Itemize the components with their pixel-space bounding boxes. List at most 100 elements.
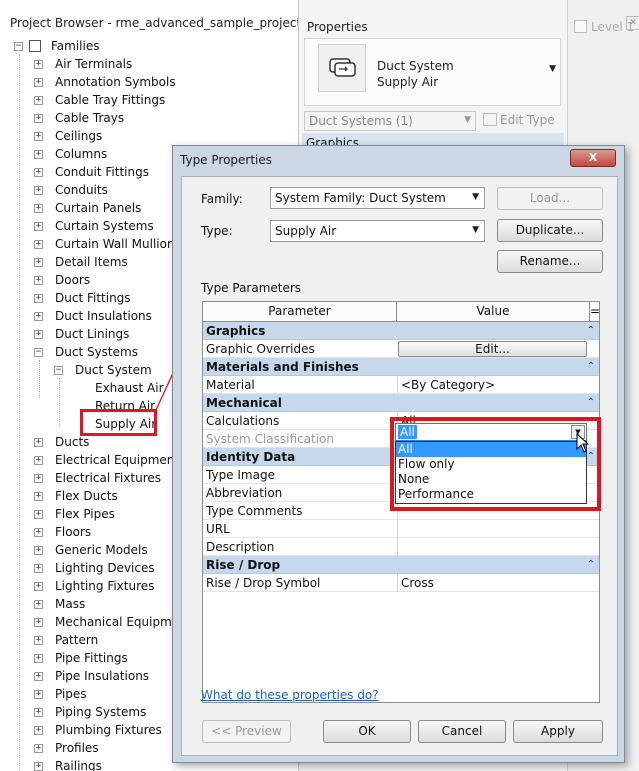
tree-item[interactable]: Curtain Wall Mullions [55,235,181,253]
tree-item[interactable]: Flex Ducts [55,487,118,505]
type-selector-arrow-icon[interactable]: ▼ [549,64,556,74]
type-select[interactable]: Supply Air ▼ [270,220,485,242]
parameter-row[interactable]: Rise / Drop Symbol Cross [203,574,599,592]
parameter-value[interactable]: <By Category> [397,376,589,394]
tree-toggle-icon[interactable]: + [34,132,43,141]
tree-toggle-icon[interactable]: + [34,78,43,87]
tree-item[interactable]: Conduit Fittings [55,163,149,181]
tree-item[interactable]: Cable Trays [55,109,124,127]
tree-item[interactable]: Conduits [55,181,108,199]
graphic-overrides-edit-button[interactable]: Edit... [398,341,587,357]
tree-item[interactable]: Cable Tray Fittings [55,91,165,109]
tree-toggle-icon[interactable]: + [34,600,43,609]
tree-item[interactable]: Families [51,37,99,55]
tree-item[interactable]: Ceilings [55,127,102,145]
collapse-chevron-icon[interactable]: ⌃ [587,358,595,376]
tree-toggle-icon[interactable]: + [34,636,43,645]
tree-toggle-icon[interactable]: + [34,258,43,267]
parameter-group[interactable]: Rise / Drop ⌃ [203,556,599,574]
tree-item[interactable]: Duct Linings [55,325,129,343]
tree-item[interactable]: Doors [55,271,90,289]
family-select[interactable]: System Family: Duct System ▼ [270,187,485,209]
edit-type-button[interactable]: Edit Type [483,111,559,131]
tree-toggle-icon[interactable]: + [34,150,43,159]
tree-item[interactable]: Mass [55,595,85,613]
tree-item[interactable]: Electrical Equipment [55,451,179,469]
tree-toggle-icon[interactable]: + [34,438,43,447]
collapse-chevron-icon[interactable]: ⌃ [587,394,595,412]
parameter-value[interactable]: Cross [397,574,589,592]
tree-toggle-icon[interactable]: + [34,690,43,699]
tree-toggle-icon[interactable]: + [34,312,43,321]
tree-toggle-icon[interactable]: + [34,294,43,303]
tree-item[interactable]: Profiles [55,739,99,757]
cancel-button[interactable]: Cancel [418,720,506,743]
tree-toggle-icon[interactable]: + [34,330,43,339]
tree-item[interactable]: Pipes [55,685,87,703]
tree-item[interactable]: Curtain Panels [55,199,141,217]
tree-toggle-icon[interactable]: − [34,348,43,357]
instance-selector[interactable]: Duct Systems (1) ▼ [304,111,476,131]
tree-item[interactable]: Piping Systems [55,703,146,721]
tree-item[interactable]: Pipe Insulations [55,667,149,685]
column-header-value[interactable]: Value [397,302,589,321]
tree-item[interactable]: Curtain Systems [55,217,154,235]
type-selector[interactable]: Duct System Supply Air ▼ [304,38,561,106]
tree-item[interactable]: Duct Systems [55,343,138,361]
tree-item[interactable]: Annotation Symbols [55,73,176,91]
parameter-group[interactable]: Mechanical ⌃ [203,394,599,412]
collapse-chevron-icon[interactable]: ⌃ [587,322,595,340]
tree-toggle-icon[interactable]: + [34,762,43,771]
tree-toggle-icon[interactable]: + [34,546,43,555]
tree-toggle-icon[interactable]: + [34,708,43,717]
tree-toggle-icon[interactable]: + [34,60,43,69]
tree-toggle-icon[interactable]: + [34,744,43,753]
parameter-value[interactable] [397,520,589,538]
column-header-formula[interactable]: = [590,302,599,321]
apply-button[interactable]: Apply [513,720,603,743]
tree-item[interactable]: Detail Items [55,253,128,271]
dialog-close-button[interactable]: X [570,149,616,167]
tree-item[interactable]: Duct Insulations [55,307,152,325]
tree-toggle-icon[interactable]: + [34,582,43,591]
close-icon[interactable]: ✕ [626,16,639,30]
tree-toggle-icon[interactable]: + [34,618,43,627]
parameter-row[interactable]: Graphic Overrides Edit... [203,340,599,358]
tree-item[interactable]: Lighting Devices [55,559,155,577]
parameter-row[interactable]: Description [203,538,599,556]
tree-item[interactable]: Duct System [75,361,152,379]
tree-item[interactable]: Mechanical Equipment [55,613,191,631]
tree-toggle-icon[interactable]: + [34,528,43,537]
column-header-parameter[interactable]: Parameter [203,302,396,321]
tree-toggle-icon[interactable]: + [34,672,43,681]
tree-item[interactable]: Duct Fittings [55,289,131,307]
parameter-row[interactable]: URL [203,520,599,538]
tree-toggle-icon[interactable]: + [34,240,43,249]
tree-toggle-icon[interactable]: + [34,492,43,501]
rename-button[interactable]: Rename... [497,250,603,273]
load-button[interactable]: Load... [497,187,603,210]
tree-item[interactable]: Exhaust Air [95,379,164,397]
tree-item[interactable]: Flex Pipes [55,505,115,523]
tree-toggle-icon[interactable]: − [54,366,63,375]
tree-item[interactable]: Lighting Fixtures [55,577,154,595]
collapse-chevron-icon[interactable]: ⌃ [587,556,595,574]
tree-toggle-icon[interactable]: − [14,42,23,51]
tree-toggle-icon[interactable]: + [34,96,43,105]
tree-item[interactable]: Air Terminals [55,55,132,73]
tree-item[interactable]: Plumbing Fixtures [55,721,162,739]
tree-toggle-icon[interactable]: + [34,222,43,231]
parameter-group[interactable]: Materials and Finishes ⌃ [203,358,599,376]
tree-toggle-icon[interactable]: + [34,726,43,735]
tree-item[interactable]: Railings [55,757,102,771]
tree-toggle-icon[interactable]: + [34,510,43,519]
tree-item[interactable]: Pattern [55,631,98,649]
tree-toggle-icon[interactable]: + [34,168,43,177]
ok-button[interactable]: OK [323,720,411,743]
tree-toggle-icon[interactable]: + [34,474,43,483]
tree-item[interactable]: Electrical Fixtures [55,469,161,487]
tree-toggle-icon[interactable]: + [34,456,43,465]
tree-toggle-icon[interactable]: + [34,564,43,573]
help-link[interactable]: What do these properties do? [201,688,379,702]
tree-item[interactable]: Columns [55,145,107,163]
